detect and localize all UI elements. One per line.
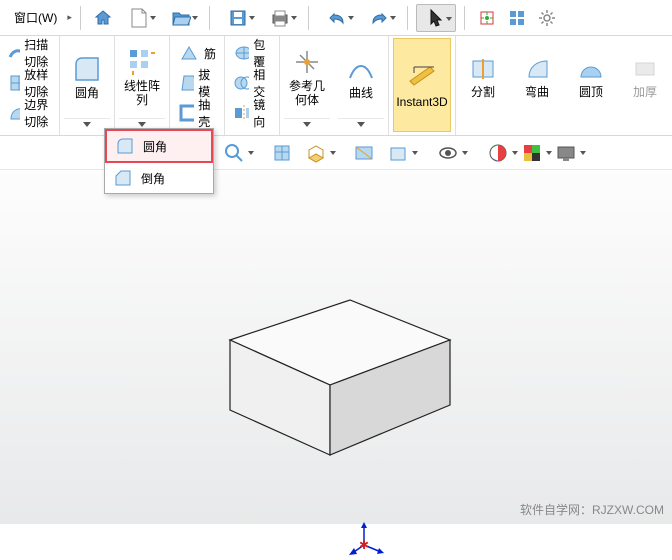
- mirror[interactable]: 镜向: [229, 98, 275, 128]
- dropdown-fillet-label: 圆角: [143, 138, 167, 155]
- pattern-column: 线性阵 列: [115, 36, 170, 135]
- dropdown-fillet[interactable]: 圆角: [105, 129, 213, 163]
- boundary-cut[interactable]: 边界切除: [4, 98, 55, 128]
- curves[interactable]: 曲线: [338, 38, 384, 116]
- instant-column: Instant3D: [389, 36, 456, 135]
- rib[interactable]: 筋: [174, 38, 220, 68]
- body-column: 筋 拔模 抽壳: [170, 36, 225, 135]
- origin-triad: ✱: [349, 520, 389, 560]
- split-col: 分割: [456, 36, 510, 135]
- dome[interactable]: 圆顶: [568, 38, 614, 116]
- window-menu[interactable]: 窗口(W): [6, 7, 65, 28]
- linear-pattern-label: 线性阵 列: [124, 79, 160, 108]
- chamfer-icon: [113, 168, 133, 188]
- separator: [464, 6, 465, 30]
- mirror-label: 镜向: [253, 96, 271, 130]
- draft[interactable]: 拔模: [174, 68, 220, 98]
- redo-button[interactable]: [359, 4, 399, 32]
- rib-label: 筋: [204, 45, 216, 62]
- new-button[interactable]: [119, 4, 159, 32]
- fillet-column: 圆角: [60, 36, 115, 135]
- view-orient[interactable]: [268, 139, 296, 167]
- view-settings[interactable]: [552, 139, 580, 167]
- rebuild-button[interactable]: [473, 4, 501, 32]
- refgeom-column: 参考几 何体: [280, 36, 334, 135]
- ribbon: 扫描切除 放样切除 边界切除 圆角 线性阵 列 筋 拔模 抽壳 包覆 相交 镜向…: [0, 36, 672, 136]
- separator: [407, 6, 408, 30]
- curve-label: 曲线: [349, 86, 373, 100]
- watermark: 软件自学网：RJZXW.COM: [520, 501, 664, 518]
- display-style[interactable]: [302, 139, 330, 167]
- undo-button[interactable]: [317, 4, 357, 32]
- settings-button[interactable]: [533, 4, 561, 32]
- scene[interactable]: [518, 139, 546, 167]
- eye-toggle[interactable]: [434, 139, 462, 167]
- fillet-dropdown-menu: 圆角 倒角: [104, 128, 214, 194]
- wrap-label: 包覆: [253, 36, 271, 70]
- refgeom-label: 参考几 何体: [289, 79, 325, 108]
- display-toolbar: [0, 136, 672, 170]
- svg-text:✱: ✱: [359, 538, 369, 552]
- curve-column: 曲线: [334, 36, 389, 135]
- dome-label: 圆顶: [579, 85, 603, 99]
- dropdown-chamfer-label: 倒角: [141, 170, 165, 187]
- wrap[interactable]: 包覆: [229, 38, 275, 68]
- thicken-col: 加厚: [618, 36, 672, 135]
- swept-cut-label: 扫描切除: [24, 36, 51, 70]
- save-button[interactable]: [218, 4, 258, 32]
- loft-cut-label: 放样切除: [24, 66, 51, 100]
- shell-label: 抽壳: [198, 96, 216, 130]
- intersect[interactable]: 相交: [229, 68, 275, 98]
- model-box: [190, 270, 470, 470]
- select-button[interactable]: [416, 4, 456, 32]
- options-button[interactable]: [503, 4, 531, 32]
- zoom-fit[interactable]: [220, 139, 248, 167]
- fillet-label: 圆角: [75, 86, 99, 100]
- thicken: 加厚: [622, 38, 668, 116]
- bend-label: 弯曲: [525, 85, 549, 99]
- curve-dropdown[interactable]: [338, 118, 384, 130]
- print-button[interactable]: [260, 4, 300, 32]
- ref-geometry[interactable]: 参考几 何体: [284, 38, 330, 116]
- bend[interactable]: 弯曲: [514, 38, 560, 116]
- graphics-area[interactable]: ✱: [0, 170, 672, 524]
- split[interactable]: 分割: [460, 38, 506, 116]
- loft-cut[interactable]: 放样切除: [4, 68, 55, 98]
- swept-cut[interactable]: 扫描切除: [4, 38, 55, 68]
- draft-label: 拔模: [198, 66, 216, 100]
- dropdown-chamfer[interactable]: 倒角: [105, 163, 213, 193]
- boundary-cut-label: 边界切除: [24, 96, 51, 130]
- shell[interactable]: 抽壳: [174, 98, 220, 128]
- menu-arrow[interactable]: ▸: [67, 12, 72, 23]
- instant-label: Instant3D: [396, 95, 447, 109]
- separator: [80, 6, 81, 30]
- body2-column: 包覆 相交 镜向: [225, 36, 280, 135]
- cut-column: 扫描切除 放样切除 边界切除: [0, 36, 60, 135]
- split-label: 分割: [471, 85, 495, 99]
- open-button[interactable]: [161, 4, 201, 32]
- fillet-button[interactable]: 圆角: [64, 38, 110, 116]
- appearance[interactable]: [484, 139, 512, 167]
- separator: [308, 6, 309, 30]
- linear-pattern[interactable]: 线性阵 列: [119, 38, 165, 116]
- section-view[interactable]: [350, 139, 378, 167]
- instant3d[interactable]: Instant3D: [393, 38, 451, 132]
- separator: [209, 6, 210, 30]
- hide-show[interactable]: [384, 139, 412, 167]
- top-toolbar: 窗口(W) ▸: [0, 0, 672, 36]
- refgeom-dropdown[interactable]: [284, 118, 330, 130]
- fillet-icon: [115, 136, 135, 156]
- bend-col: 弯曲: [510, 36, 564, 135]
- intersect-label: 相交: [253, 66, 271, 100]
- dome-col: 圆顶: [564, 36, 618, 135]
- thicken-label: 加厚: [633, 85, 657, 99]
- home-button[interactable]: [89, 4, 117, 32]
